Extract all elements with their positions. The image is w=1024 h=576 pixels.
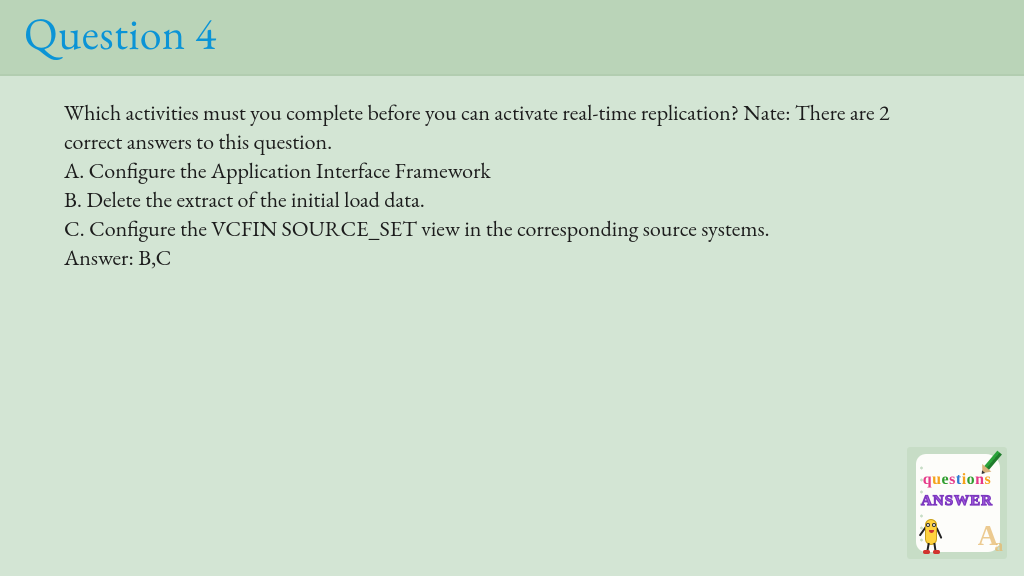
- slide-header: Question 4: [0, 0, 1024, 76]
- question-body: Which activities must you complete befor…: [0, 76, 1024, 272]
- option-a: A. Configure the Application Interface F…: [64, 156, 950, 185]
- badge-answer-text: ANSWER: [907, 493, 1007, 510]
- option-c: C. Configure the VCFIN SOURCE_SET view i…: [64, 214, 950, 243]
- option-b: B. Delete the extract of the initial loa…: [64, 185, 950, 214]
- question-title: Question 4: [24, 6, 1024, 63]
- letter-a-lower-icon: a: [995, 536, 1004, 556]
- questions-answer-badge: questions ANSWER A a: [907, 447, 1007, 559]
- question-prompt: Which activities must you complete befor…: [64, 98, 950, 156]
- badge-questions-text: questions: [907, 471, 1007, 489]
- pencil-mascot-icon: [917, 515, 945, 553]
- answer-line: Answer: B,C: [64, 243, 950, 272]
